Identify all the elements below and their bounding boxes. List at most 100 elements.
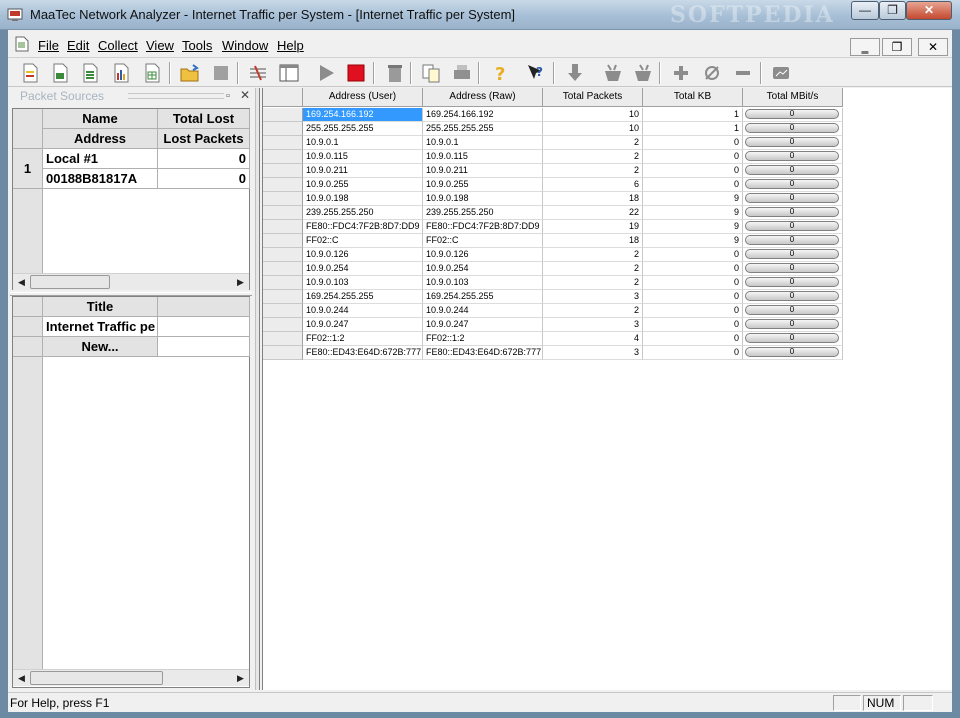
cell-address-raw[interactable]: FF02::C: [423, 234, 543, 248]
cell-total-packets[interactable]: 2: [543, 164, 643, 178]
cell-total-mbits[interactable]: 0: [743, 318, 843, 332]
cell-total-packets[interactable]: 2: [543, 262, 643, 276]
cell-total-packets[interactable]: 2: [543, 304, 643, 318]
cell-address-user[interactable]: 169.254.255.255: [303, 290, 423, 304]
cell-total-mbits[interactable]: 0: [743, 220, 843, 234]
cell-total-mbits[interactable]: 0: [743, 192, 843, 206]
play-icon[interactable]: [315, 62, 337, 84]
row-header[interactable]: [13, 317, 43, 337]
filter-remove-icon[interactable]: [632, 62, 654, 84]
new-view-button[interactable]: New...: [43, 337, 158, 357]
column-header-address-raw[interactable]: Address (Raw): [423, 88, 543, 107]
cell-total-kb[interactable]: 0: [643, 304, 743, 318]
cell-total-kb[interactable]: 0: [643, 276, 743, 290]
empty-set-icon[interactable]: [701, 62, 723, 84]
cell-total-packets[interactable]: 2: [543, 150, 643, 164]
cell-address-user[interactable]: FF02::1:2: [303, 332, 423, 346]
row-header[interactable]: [263, 206, 303, 220]
cell-total-packets[interactable]: 6: [543, 178, 643, 192]
panel-close-icon[interactable]: ✕: [240, 88, 250, 102]
cell-total-mbits[interactable]: 0: [743, 206, 843, 220]
cell-total-kb[interactable]: 1: [643, 108, 743, 122]
cell-address-user[interactable]: 10.9.0.103: [303, 276, 423, 290]
cell-address-user[interactable]: FE80::ED43:E64D:672B:777: [303, 346, 423, 360]
source-lost-packets[interactable]: 0: [158, 169, 250, 189]
cell-address-raw[interactable]: 10.9.0.198: [423, 192, 543, 206]
cell-total-kb[interactable]: 9: [643, 234, 743, 248]
cell-address-user[interactable]: 10.9.0.198: [303, 192, 423, 206]
cell-total-packets[interactable]: 10: [543, 108, 643, 122]
network-icon[interactable]: [247, 62, 269, 84]
row-header[interactable]: [263, 346, 303, 360]
window-close-button[interactable]: ✕: [906, 1, 952, 20]
menu-window[interactable]: Window: [222, 38, 268, 53]
horizontal-scrollbar[interactable]: ◀ ▶: [13, 669, 249, 686]
window-icon[interactable]: [278, 62, 300, 84]
copy-icon[interactable]: [420, 62, 442, 84]
row-header[interactable]: [263, 276, 303, 290]
mdi-restore-button[interactable]: ❐: [882, 38, 912, 56]
source-name[interactable]: Local #1: [43, 149, 158, 169]
cell-address-user[interactable]: 255.255.255.255: [303, 122, 423, 136]
cell-address-user[interactable]: 10.9.0.211: [303, 164, 423, 178]
cell-address-raw[interactable]: 10.9.0.1: [423, 136, 543, 150]
stop-square-icon[interactable]: [210, 62, 232, 84]
cell-address-user[interactable]: 10.9.0.126: [303, 248, 423, 262]
display-icon[interactable]: [770, 62, 792, 84]
cell-address-user[interactable]: 10.9.0.254: [303, 262, 423, 276]
menu-help[interactable]: Help: [277, 38, 304, 53]
mdi-close-button[interactable]: ✕: [918, 38, 948, 56]
row-header[interactable]: [263, 136, 303, 150]
row-header[interactable]: [263, 304, 303, 318]
menu-file[interactable]: File: [38, 38, 59, 53]
cell-total-mbits[interactable]: 0: [743, 234, 843, 248]
cell-address-raw[interactable]: FE80::FDC4:7F2B:8D7:DD9: [423, 220, 543, 234]
scroll-right-icon[interactable]: ▶: [232, 670, 249, 686]
cell-address-user[interactable]: 10.9.0.255: [303, 178, 423, 192]
cell-address-raw[interactable]: 255.255.255.255: [423, 122, 543, 136]
cell-address-raw[interactable]: 10.9.0.247: [423, 318, 543, 332]
row-header[interactable]: [263, 178, 303, 192]
record-stop-icon[interactable]: [345, 62, 367, 84]
cell-address-user[interactable]: 169.254.166.192: [303, 108, 423, 122]
scroll-thumb[interactable]: [30, 275, 110, 289]
cell-address-raw[interactable]: FE80::ED43:E64D:672B:777: [423, 346, 543, 360]
cell-total-kb[interactable]: 0: [643, 346, 743, 360]
pin-icon[interactable]: ▫: [226, 90, 230, 102]
row-header[interactable]: [263, 262, 303, 276]
row-header[interactable]: [263, 108, 303, 122]
cell-total-kb[interactable]: 0: [643, 164, 743, 178]
cell-total-kb[interactable]: 0: [643, 262, 743, 276]
column-header-total-mbits[interactable]: Total MBit/s: [743, 88, 843, 107]
column-header-address-user[interactable]: Address (User): [303, 88, 423, 107]
open-folder-icon[interactable]: [179, 62, 201, 84]
cell-address-raw[interactable]: 239.255.255.250: [423, 206, 543, 220]
row-header[interactable]: [263, 318, 303, 332]
cell-total-mbits[interactable]: 0: [743, 276, 843, 290]
column-header-name[interactable]: Name: [43, 109, 158, 129]
cell-address-user[interactable]: FE80::FDC4:7F2B:8D7:DD9: [303, 220, 423, 234]
column-header-lost-packets[interactable]: Lost Packets: [158, 129, 250, 149]
download-icon[interactable]: [564, 62, 586, 84]
row-header[interactable]: [13, 337, 43, 357]
context-help-icon[interactable]: ?: [525, 62, 547, 84]
cell-address-raw[interactable]: 169.254.166.192: [423, 108, 543, 122]
cell-total-mbits[interactable]: 0: [743, 332, 843, 346]
cell-address-user[interactable]: 10.9.0.1: [303, 136, 423, 150]
export-icon[interactable]: [79, 62, 101, 84]
row-header[interactable]: [263, 220, 303, 234]
column-header-address[interactable]: Address: [43, 129, 158, 149]
menu-edit[interactable]: Edit: [67, 38, 89, 53]
horizontal-scrollbar[interactable]: ◀ ▶: [13, 273, 249, 290]
cell-address-raw[interactable]: 10.9.0.103: [423, 276, 543, 290]
minus-icon[interactable]: [732, 62, 754, 84]
cell-total-kb[interactable]: 0: [643, 150, 743, 164]
cell-address-user[interactable]: 239.255.255.250: [303, 206, 423, 220]
cell-total-mbits[interactable]: 0: [743, 150, 843, 164]
trash-icon[interactable]: [384, 62, 406, 84]
cell-total-packets[interactable]: 3: [543, 290, 643, 304]
cell-address-user[interactable]: 10.9.0.247: [303, 318, 423, 332]
cell-total-kb[interactable]: 9: [643, 206, 743, 220]
cell-total-kb[interactable]: 9: [643, 220, 743, 234]
cell-total-mbits[interactable]: 0: [743, 178, 843, 192]
